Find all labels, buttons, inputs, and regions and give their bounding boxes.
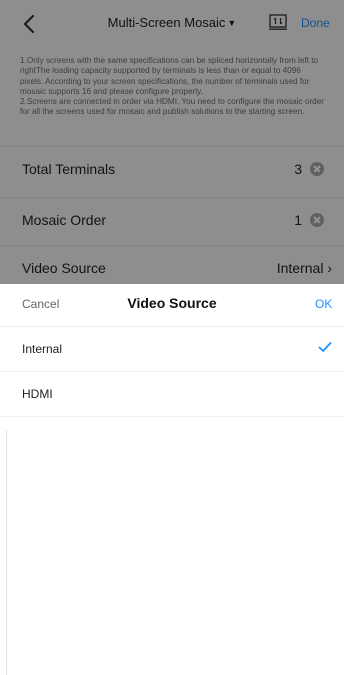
picker-header: Cancel Video Source OK: [0, 284, 344, 327]
checkmark-icon: [318, 342, 332, 352]
option-internal[interactable]: Internal: [0, 327, 344, 372]
ok-button[interactable]: OK: [315, 297, 332, 311]
modal-overlay[interactable]: [0, 0, 344, 284]
picker-title: Video Source: [127, 295, 217, 311]
video-source-picker: Cancel Video Source OK Internal HDMI: [0, 284, 344, 675]
option-hdmi[interactable]: HDMI: [0, 372, 344, 417]
option-hdmi-label: HDMI: [22, 387, 53, 401]
sheet-edge-line: [6, 430, 7, 675]
option-internal-label: Internal: [22, 342, 63, 356]
